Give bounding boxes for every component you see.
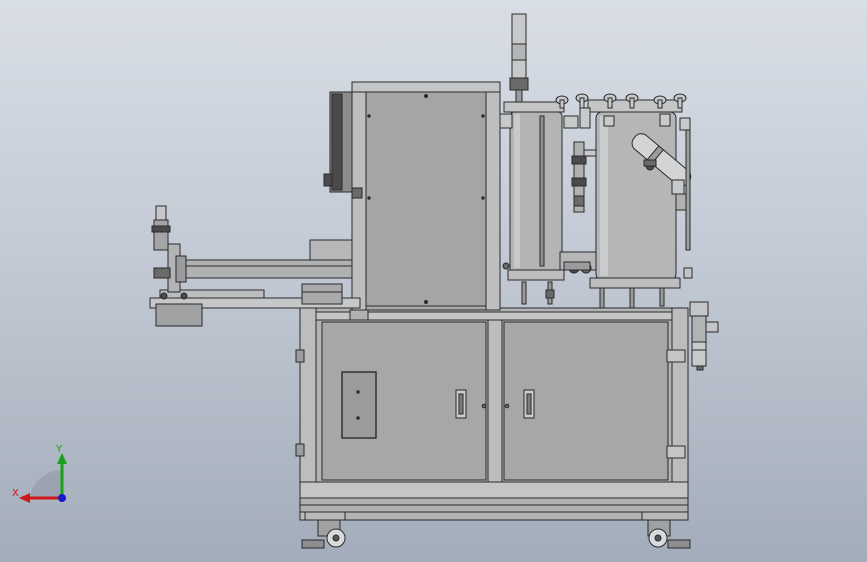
machine-3d-model[interactable] [0,0,867,562]
arm-base-block [155,303,203,327]
triad-plane [30,469,62,498]
x-axis-head [19,493,30,503]
dispensing-arm[interactable] [149,205,361,327]
axis-triad: Y X [12,444,67,503]
filter-tank-large[interactable] [587,99,694,309]
z-axis-dot [58,494,66,502]
x-axis-label: X [12,488,19,499]
filter-tank-small[interactable] [499,101,565,305]
upper-housing[interactable] [323,81,501,321]
control-panel-window [341,371,377,439]
cad-graphics-viewport[interactable]: Y X [0,0,867,562]
lower-cabinet[interactable] [295,307,689,521]
y-axis-label: Y [55,444,63,455]
air-filter-regulator[interactable] [689,301,719,371]
signal-tower-light[interactable] [509,13,529,105]
